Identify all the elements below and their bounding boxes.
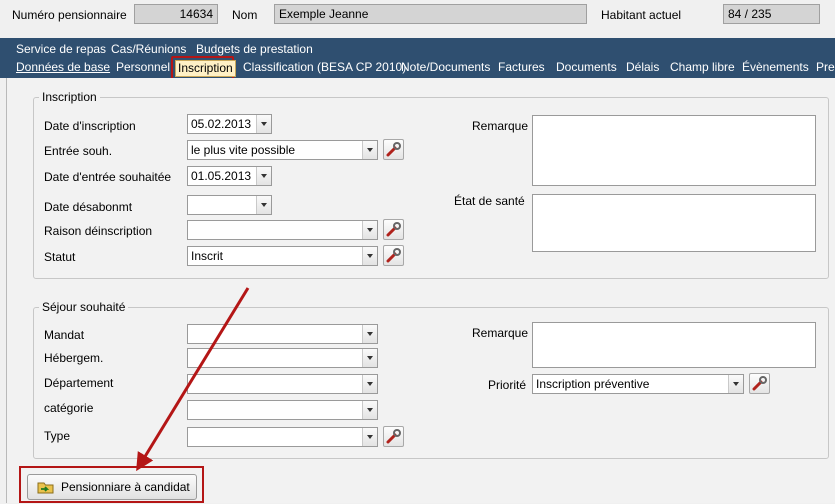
status-select[interactable]: Inscrit	[187, 246, 378, 266]
hebergement-label: Hébergem.	[44, 351, 104, 365]
tab-factures[interactable]: Factures	[498, 60, 545, 75]
desired-entry-date-picker[interactable]: 01.05.2013	[187, 166, 272, 186]
stay-remark-textarea[interactable]	[532, 322, 816, 368]
chevron-down-icon[interactable]	[728, 375, 743, 393]
remark-textarea[interactable]	[532, 115, 816, 186]
chevron-down-icon[interactable]	[362, 221, 377, 239]
wrench-icon[interactable]	[383, 245, 404, 266]
wrench-icon[interactable]	[383, 219, 404, 240]
priority-label: Priorité	[488, 378, 527, 392]
name-field: Exemple Jeanne	[274, 4, 587, 24]
stay-group-label: Séjour souhaité	[39, 300, 129, 314]
registration-date-value: 05.02.2013	[191, 117, 252, 131]
health-label: État de santé	[454, 194, 525, 208]
desired-entry-select[interactable]: le plus vite possible	[187, 140, 378, 160]
chevron-down-icon[interactable]	[256, 167, 271, 185]
resident-to-candidate-label: Pensionniare à candidat	[61, 480, 190, 494]
health-textarea[interactable]	[532, 194, 816, 252]
chevron-down-icon[interactable]	[362, 247, 377, 265]
categorie-select[interactable]	[187, 400, 378, 420]
hebergement-select[interactable]	[187, 348, 378, 368]
departement-select[interactable]	[187, 374, 378, 394]
unsubscribe-date-picker[interactable]	[187, 195, 272, 215]
inscription-group-label: Inscription	[39, 90, 100, 104]
desired-entry-value: le plus vite possible	[191, 143, 296, 157]
resident-number-field: 14634	[134, 4, 218, 24]
tab-donnees-base[interactable]: Données de base	[16, 60, 110, 75]
desired-entry-label: Entrée souh.	[44, 144, 113, 158]
tab-note-documents[interactable]: Note/Documents	[401, 60, 490, 75]
unsubscribe-reason-select[interactable]	[187, 220, 378, 240]
record-header: Numéro pensionnaire 14634 Nom Exemple Je…	[0, 0, 835, 30]
mandat-label: Mandat	[44, 328, 85, 342]
tab-cas-reunions[interactable]: Cas/Réunions	[111, 42, 186, 57]
wrench-icon[interactable]	[749, 373, 770, 394]
status-label: Statut	[44, 250, 76, 264]
resident-number-label: Numéro pensionnaire	[12, 8, 127, 22]
tab-champ-libre[interactable]: Champ libre	[670, 60, 735, 75]
wrench-icon[interactable]	[383, 139, 404, 160]
stay-remark-label: Remarque	[472, 326, 529, 340]
folder-arrow-icon	[37, 478, 55, 504]
wrench-icon[interactable]	[383, 426, 404, 447]
tab-documents[interactable]: Documents	[556, 60, 617, 75]
tab-budgets-prestation[interactable]: Budgets de prestation	[196, 42, 313, 57]
type-label: Type	[44, 429, 71, 443]
type-select[interactable]	[187, 427, 378, 447]
registration-date-label: Date d'inscription	[44, 119, 136, 133]
priority-select[interactable]: Inscription préventive	[532, 374, 744, 394]
tab-service-repas[interactable]: Service de repas	[16, 42, 106, 57]
current-resident-field: 84 / 235	[723, 4, 820, 24]
tab-classification[interactable]: Classification (BESA CP 2010)	[243, 60, 406, 75]
resident-to-candidate-button[interactable]: Pensionniare à candidat	[27, 474, 197, 500]
mandat-select[interactable]	[187, 324, 378, 344]
remark-label: Remarque	[472, 119, 529, 133]
chevron-down-icon[interactable]	[362, 375, 377, 393]
chevron-down-icon[interactable]	[362, 141, 377, 159]
chevron-down-icon[interactable]	[362, 428, 377, 446]
unsubscribe-reason-label: Raison déinscription	[44, 224, 153, 238]
desired-entry-date-value: 01.05.2013	[191, 169, 252, 183]
chevron-down-icon[interactable]	[362, 349, 377, 367]
registration-date-picker[interactable]: 05.02.2013	[187, 114, 272, 134]
unsubscribe-date-label: Date désabonmt	[44, 200, 133, 214]
tab-inscription[interactable]: Inscription	[175, 60, 236, 77]
tab-bar: Service de repas Cas/Réunions Budgets de…	[0, 38, 835, 80]
name-label: Nom	[232, 8, 258, 22]
chevron-down-icon[interactable]	[256, 196, 271, 214]
tab-delais[interactable]: Délais	[626, 60, 659, 75]
tab-evenements[interactable]: Évènements	[742, 60, 809, 75]
departement-label: Département	[44, 376, 114, 390]
current-resident-label: Habitant actuel	[601, 8, 682, 22]
priority-value: Inscription préventive	[536, 377, 650, 391]
tab-pres[interactable]: Pres	[816, 60, 835, 75]
inscription-panel: Inscription Date d'inscription 05.02.201…	[6, 78, 835, 503]
chevron-down-icon[interactable]	[362, 401, 377, 419]
categorie-label: catégorie	[44, 401, 94, 415]
status-value: Inscrit	[191, 249, 224, 263]
desired-entry-date-label: Date d'entrée souhaitée	[44, 170, 172, 184]
tab-personnel[interactable]: Personnel	[116, 60, 170, 75]
chevron-down-icon[interactable]	[362, 325, 377, 343]
chevron-down-icon[interactable]	[256, 115, 271, 133]
